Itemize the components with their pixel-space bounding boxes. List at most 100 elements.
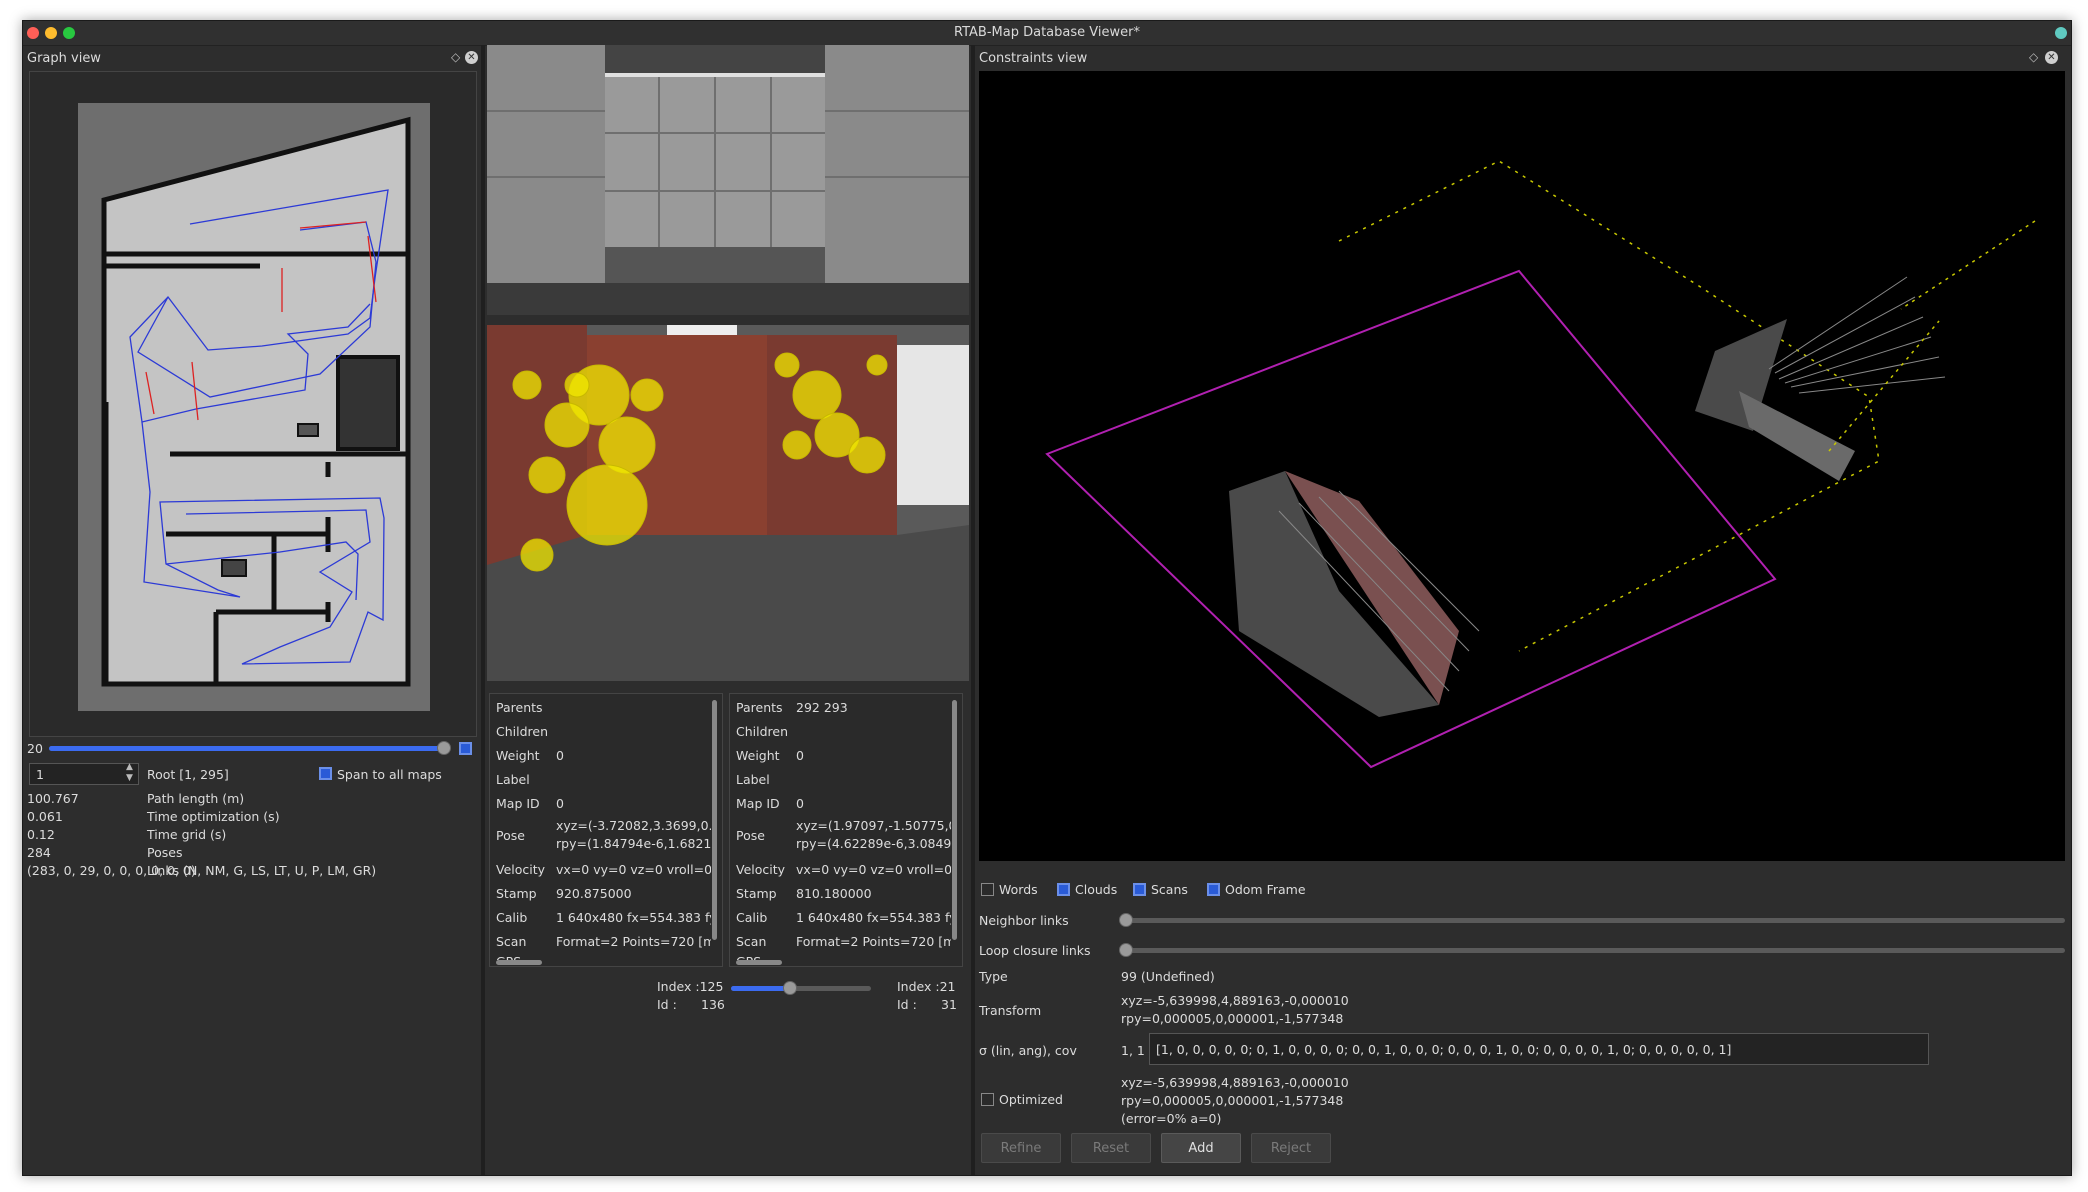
node-b-value: 0 [796,796,804,811]
clouds-label: Clouds [1075,882,1118,897]
node-a-value: 920.875000 [556,886,632,901]
node-a-key: Children [496,724,549,739]
constraints-float-icon[interactable]: ◇ [2029,50,2038,64]
iteration-slider-fill [49,746,441,751]
depth-image [487,45,969,315]
optimized-xyz: xyz=-5,639998,4,889163,-0,000010 [1121,1075,1349,1090]
node-a-value: 0 [556,748,564,763]
occupancy-grid-map [78,103,430,711]
node-b-value: xyz=(1.97097,-1.50775,0.1 [796,818,951,833]
root-label: Root [1, 295] [147,767,229,782]
constraints-3d-view[interactable] [979,71,2065,861]
stat-label: Path length (m) [147,791,245,806]
node-a-id-value: 136 [701,997,725,1012]
node-b-hscrollbar[interactable] [736,960,782,965]
stat-label: Time grid (s) [147,827,227,842]
iteration-checkbox[interactable] [459,742,472,755]
image-splitter[interactable] [487,317,969,323]
spin-box-value: 1 [36,767,44,782]
float-dock-icon[interactable]: ◇ [451,50,460,64]
node-a-index-slider-fill [731,986,790,991]
add-button[interactable]: Add [1161,1133,1241,1163]
odom-frame-checkbox[interactable] [1207,883,1220,896]
node-b-key: Calib [736,910,768,925]
node-b-key: Weight [736,748,780,763]
spin-box[interactable]: 1 ▲ ▼ [29,762,139,785]
scans-checkbox[interactable] [1133,883,1146,896]
odom-frame-label: Odom Frame [1225,882,1306,897]
constraints-close-icon[interactable]: ✕ [2045,51,2058,64]
node-b-key: Pose [736,828,765,843]
node-b-value: 292 293 [796,700,848,715]
node-b-key: Label [736,772,770,787]
node-b-value: 810.180000 [796,886,872,901]
node-a-value: Format=2 Points=720 [ma [556,934,711,949]
iteration-slider-handle[interactable] [437,741,451,755]
covariance-value: [1, 0, 0, 0, 0, 0; 0, 1, 0, 0, 0, 0; 0, … [1156,1042,1732,1057]
node-a-value: rpy=(1.84794e-6,1.68211e [556,836,711,851]
reject-button[interactable]: Reject [1251,1133,1331,1163]
span-all-maps-checkbox[interactable] [319,767,332,780]
node-b-key: Map ID [736,796,780,811]
node-a-value: 1 640x480 fx=554.383 fy= [556,910,711,925]
node-b-key: Velocity [736,862,786,877]
node-a-id-label: Id : [657,997,677,1012]
right-splitter[interactable] [971,45,975,1175]
node-b-id-value: 31 [941,997,957,1012]
node-b-key: Parents [736,700,783,715]
span-all-maps-label: Span to all maps [337,767,442,782]
image-view-top[interactable] [487,45,969,315]
image-view-bottom[interactable] [487,325,969,681]
stat-value: 100.767 [27,791,79,806]
clouds-checkbox[interactable] [1057,883,1070,896]
node-b-key: Stamp [736,886,777,901]
type-label: Type [979,969,1008,984]
node-a-index-slider-handle[interactable] [782,981,797,995]
node-info-a: Parents Children Weight 0 Label Map ID 0… [489,693,723,967]
words-label: Words [999,882,1038,897]
transform-xyz: xyz=-5,639998,4,889163,-0,000010 [1121,993,1349,1008]
constraints-view-title: Constraints view [979,51,1088,66]
node-b-value: vx=0 vy=0 vz=0 vroll=0 vp [796,862,951,877]
node-a-key: Parents [496,700,543,715]
graph-canvas[interactable] [29,71,477,737]
node-b-value: 1 640x480 fx=554.383 fy= [796,910,951,925]
node-b-value: rpy=(4.62289e-6,3.0849e- [796,836,951,851]
words-checkbox[interactable] [981,883,994,896]
reset-button[interactable]: Reset [1071,1133,1151,1163]
optimized-error: (error=0% a=0) [1121,1111,1222,1126]
loop-closure-links-handle[interactable] [1119,943,1133,957]
sigma-index: 1, 1 [1121,1043,1145,1058]
node-a-key: Pose [496,828,525,843]
title-bar: RTAB-Map Database Viewer* [23,21,2071,46]
close-dock-icon[interactable]: ✕ [465,51,478,64]
node-a-hscrollbar[interactable] [496,960,542,965]
sigma-label: σ (lin, ang), cov [979,1043,1077,1058]
node-b-value: Format=2 Points=720 [ma [796,934,951,949]
neighbor-links-handle[interactable] [1119,913,1133,927]
rgb-image-with-features [487,325,969,681]
transform-label: Transform [979,1003,1042,1018]
spin-down-icon[interactable]: ▼ [126,773,133,783]
optimized-label: Optimized [999,1092,1063,1107]
left-splitter[interactable] [481,45,485,1175]
window-menu-icon[interactable] [2055,27,2067,39]
node-a-scrollbar[interactable] [712,700,717,940]
loop-closure-links-label: Loop closure links [979,943,1091,958]
node-a-key: Stamp [496,886,537,901]
main-window: RTAB-Map Database Viewer* Graph view ◇ ✕ [22,20,2072,1176]
node-b-id-label: Id : [897,997,917,1012]
node-a-value: 0 [556,796,564,811]
node-a-key: Scan [496,934,527,949]
node-b-value: 0 [796,748,804,763]
covariance-field[interactable]: [1, 0, 0, 0, 0, 0; 0, 1, 0, 0, 0, 0; 0, … [1149,1033,1929,1065]
loop-closure-links-slider[interactable] [1125,948,2065,953]
node-b-index-label: Index :21 [897,979,956,994]
node-b-scrollbar[interactable] [952,700,957,940]
point-cloud-render [1045,160,2036,769]
node-a-value: xyz=(-3.72082,3.3699,0.1( [556,818,711,833]
optimized-checkbox[interactable] [981,1093,994,1106]
spin-up-icon[interactable]: ▲ [126,762,133,772]
refine-button[interactable]: Refine [981,1133,1061,1163]
neighbor-links-slider[interactable] [1125,918,2065,923]
